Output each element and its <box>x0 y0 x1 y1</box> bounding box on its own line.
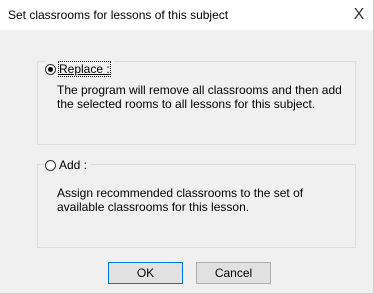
ok-button[interactable]: OK <box>108 262 183 284</box>
add-radio-button[interactable] <box>45 159 56 171</box>
dialog-title: Set classrooms for lessons of this subje… <box>8 8 229 22</box>
replace-radio-label[interactable]: Replace : <box>58 61 111 77</box>
add-description: Assign recommended classrooms to the set… <box>57 186 304 214</box>
close-button[interactable]: X <box>345 0 373 30</box>
replace-description: The program will remove all classrooms a… <box>57 83 342 111</box>
title-bar: Set classrooms for lessons of this subje… <box>0 0 373 30</box>
replace-radio-option[interactable]: Replace : <box>45 61 114 77</box>
replace-radio-button[interactable] <box>45 63 56 75</box>
cancel-button[interactable]: Cancel <box>196 262 271 284</box>
close-icon: X <box>353 6 365 23</box>
dialog-window: Set classrooms for lessons of this subje… <box>0 0 374 294</box>
add-radio-option[interactable]: Add : <box>45 157 92 173</box>
add-radio-label[interactable]: Add : <box>59 158 87 172</box>
